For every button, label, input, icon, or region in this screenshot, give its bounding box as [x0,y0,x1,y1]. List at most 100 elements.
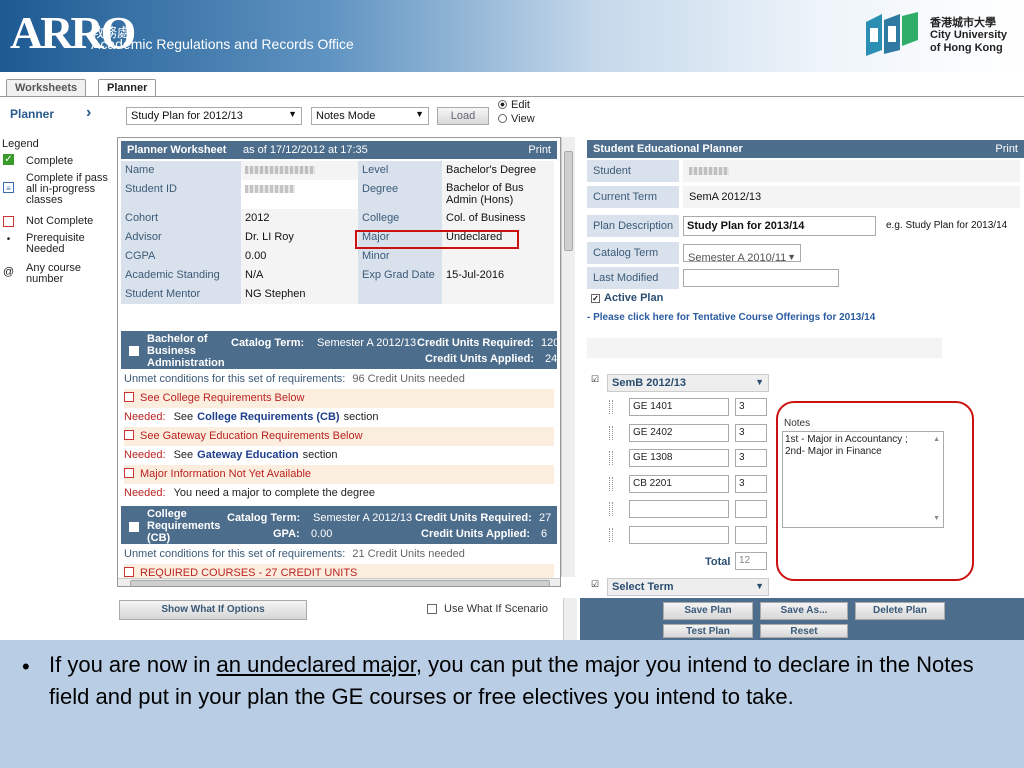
catalog-term-label: Catalog Term: [231,337,305,349]
plan-description-input[interactable]: Study Plan for 2013/14 [683,216,876,236]
planner-label: Planner [10,107,55,121]
catalog-term-value: Semester A 2012/13 [317,337,417,349]
info-label: Cohort [121,209,241,228]
degree-block-name: Bachelor of Business Administration [147,333,225,369]
tab-worksheets[interactable]: Worksheets [6,79,87,97]
empty-box-icon [124,392,134,402]
tentative-offerings-link[interactable]: - Please click here for Tentative Course… [587,312,875,323]
course-units-input[interactable]: 3 [735,475,767,493]
term-select[interactable]: SemB 2012/13 ▼ [607,374,769,392]
course-units-input[interactable]: 3 [735,449,767,467]
drag-handle-icon[interactable] [609,400,613,414]
legend-prerequisite: Prerequisite Needed [26,232,85,255]
course-code-input[interactable] [629,500,729,518]
drag-handle-icon[interactable] [609,451,613,465]
info-label: Advisor [121,228,241,247]
radio-edit[interactable]: Edit [498,99,530,111]
dropdown-arrow-icon: ▼ [415,109,424,119]
redacted-text [245,185,295,194]
course-units-input[interactable]: 3 [735,424,767,442]
info-label: CGPA [121,247,241,266]
sep-header: Student Educational Planner Print [587,140,1024,158]
catalog-term-label: Catalog Term: [227,512,301,524]
total-value: 12 [735,552,767,570]
empty-box-icon [124,567,134,577]
bottom-left-scrollbar[interactable] [563,598,577,640]
test-plan-button[interactable]: Test Plan [663,624,753,638]
course-code-input[interactable] [629,526,729,544]
info-label: Minor [358,247,442,266]
use-what-if-checkbox[interactable] [427,604,437,614]
info-value: Col. of Business [442,209,554,228]
course-units-input[interactable] [735,500,767,518]
dropdown-arrow-icon: ▼ [288,109,297,119]
save-as-button[interactable]: Save As... [760,602,848,620]
required-courses-line[interactable]: REQUIRED COURSES - 27 CREDIT UNITS [124,564,554,578]
course-units-input[interactable] [735,526,767,544]
catalog-term-select[interactable]: Semester A 2010/11 ▼ [683,244,801,264]
unmet-conditions-2: Unmet conditions for this set of require… [124,545,554,564]
show-what-if-button[interactable]: Show What If Options [119,600,307,620]
requirement-text: See College Requirements Below [140,392,305,404]
worksheet-vertical-scrollbar[interactable] [561,137,575,577]
sep-print-link[interactable]: Print [995,143,1018,155]
dropdown-arrow-icon: ▼ [787,252,796,262]
tab-planner[interactable]: Planner [98,79,157,97]
drag-handle-icon[interactable] [609,502,613,516]
horizontal-scrollbar-thumb[interactable] [130,580,550,586]
needed-line: Needed: See Gateway Education section [124,446,554,465]
app-header: ARRO 教務處 Academic Regulations and Record… [0,0,1024,72]
plan-description-row: Study Plan for 2013/14 e.g. Study Plan f… [683,215,1020,237]
last-modified-label: Last Modified [587,267,679,289]
horizontal-scrollbar[interactable] [118,578,560,586]
gpa-label: GPA: [273,528,300,540]
mode-select-value: Notes Mode [316,110,376,122]
mode-select[interactable]: Notes Mode ▼ [311,107,429,125]
info-label: Academic Standing [121,266,241,285]
course-code-input[interactable]: GE 2402 [629,424,729,442]
radio-selected-icon [498,100,507,109]
plan-select[interactable]: Study Plan for 2012/13 ▼ [126,107,302,125]
info-value [241,180,358,209]
needed-section-link[interactable]: Gateway Education [197,449,298,461]
course-code-input[interactable]: GE 1308 [629,449,729,467]
needed-prefix: Needed: [124,411,166,423]
course-units-input[interactable]: 3 [735,398,767,416]
needed-section-link[interactable]: College Requirements (CB) [197,411,339,423]
worksheet-print-link[interactable]: Print [528,144,551,156]
chevron-right-icon[interactable]: › [86,104,91,122]
check-icon: ✓ [3,154,14,165]
checked-checkbox-icon[interactable]: ☑ [591,579,599,590]
active-plan-row[interactable]: ✓ Active Plan [591,292,663,304]
slide-caption: If you are now in an undeclared major, y… [49,649,1015,713]
info-value: Bachelor of Bus Admin (Hons) [442,180,554,209]
college-block-header[interactable]: College Requirements (CB) Catalog Term: … [121,506,557,544]
select-term-dropdown[interactable]: Select Term ▼ [607,578,769,596]
caption-part-1: If you are now in [49,652,217,677]
requirement-item[interactable]: See Gateway Education Requirements Below [124,427,554,446]
requirement-item[interactable]: Major Information Not Yet Available [124,465,554,484]
radio-view[interactable]: View [498,113,535,125]
needed-line: Needed: See College Requirements (CB) secti… [124,408,554,427]
info-label [358,285,442,304]
drag-handle-icon[interactable] [609,477,613,491]
radio-view-label: View [511,113,535,125]
delete-plan-button[interactable]: Delete Plan [855,602,945,620]
load-button[interactable]: Load [437,107,489,125]
drag-handle-icon[interactable] [609,426,613,440]
course-code-input[interactable]: CB 2201 [629,475,729,493]
checked-checkbox-icon[interactable]: ☑ [591,374,599,385]
notes-highlight-annotation [776,401,974,581]
spacer-band [587,338,942,358]
reset-button[interactable]: Reset [760,624,848,638]
vertical-scrollbar-thumb[interactable] [564,151,573,251]
save-plan-button[interactable]: Save Plan [663,602,753,620]
needed-suffix: section [302,449,338,461]
degree-block-header[interactable]: Bachelor of Business Administration Cata… [121,331,559,369]
course-code-input[interactable]: GE 1401 [629,398,729,416]
drag-handle-icon[interactable] [609,528,613,542]
requirement-text: See Gateway Education Requirements Below [140,430,363,442]
requirement-item[interactable]: See College Requirements Below [124,389,554,408]
needed-suffix: section [343,411,379,423]
caption-underlined: an undeclared major [216,652,416,677]
